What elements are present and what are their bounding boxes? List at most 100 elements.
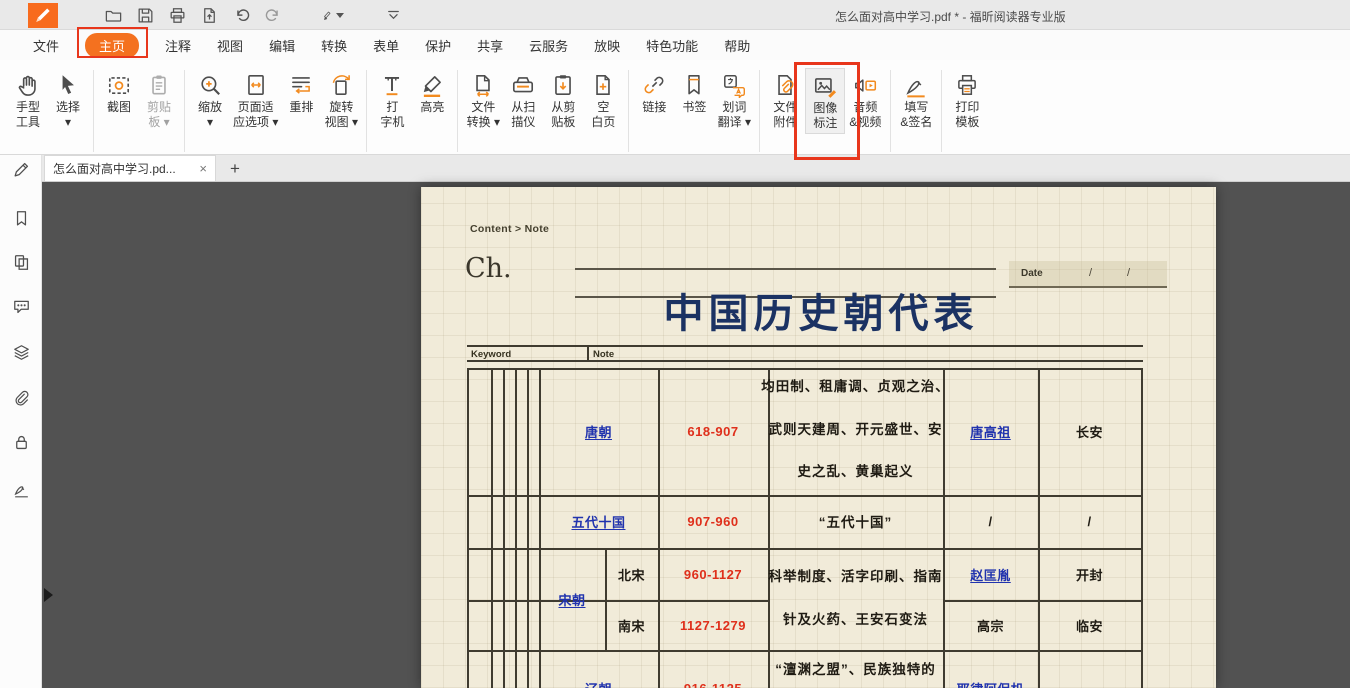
ribbon-button-hand-tool[interactable]: 手型 工具 — [8, 68, 48, 132]
ribbon-label: ▾ — [207, 115, 213, 130]
new-tab-button[interactable]: + — [230, 160, 240, 177]
signature-panel-icon[interactable] — [0, 476, 42, 504]
ribbon-button-snapshot[interactable]: 截图 — [99, 68, 139, 117]
panel-expand-arrow-icon[interactable] — [44, 588, 53, 602]
rotate-view-icon — [328, 70, 354, 100]
ribbon-button-print-template[interactable]: 打印 模板 — [947, 68, 987, 132]
menu-file[interactable]: 文件 — [33, 36, 59, 55]
file-convert-icon — [470, 70, 496, 100]
ribbon-label: 描仪 — [511, 115, 535, 130]
ribbon-label: 贴板 — [551, 115, 575, 130]
snapshot-camera-icon — [106, 70, 132, 100]
ribbon-button-audio-video[interactable]: 音频 &视频 — [845, 68, 885, 132]
table-founder-link[interactable]: 赵匡胤 — [943, 565, 1038, 583]
doc-date-band: Date / / — [1009, 261, 1167, 288]
doc-date-label: Date — [1021, 268, 1043, 279]
table-keyword-link[interactable]: 唐朝 — [539, 422, 658, 440]
menu-form[interactable]: 表单 — [373, 36, 399, 55]
ribbon-label: &视频 — [849, 115, 881, 130]
menu-special-features[interactable]: 特色功能 — [646, 36, 698, 55]
foxit-logo[interactable] — [28, 3, 58, 28]
attachments-panel-icon[interactable] — [0, 384, 42, 412]
foxit-reader-window: 怎么面对高中学习.pdf * - 福昕阅读器专业版 文件 主页 注释 视图 编辑… — [0, 0, 1350, 688]
table-keyword-link[interactable]: 辽朝 — [539, 679, 658, 688]
ribbon-button-link[interactable]: 链接 — [634, 68, 674, 117]
ribbon-button-fill-sign[interactable]: 填写 &签名 — [896, 68, 936, 132]
doc-chapter-label: Ch. — [465, 253, 512, 284]
menu-present[interactable]: 放映 — [594, 36, 620, 55]
document-canvas: Content > Note Ch. 中国历史朝代表 Date / / Keyw… — [42, 182, 1350, 688]
ribbon-button-clipboard[interactable]: 剪贴 板 ▾ — [139, 68, 179, 132]
ribbon-button-file-convert[interactable]: 文件 转换 ▾ — [463, 68, 503, 132]
fill-sign-icon — [903, 70, 929, 100]
ribbon-button-select[interactable]: 选择 ▾ — [48, 68, 88, 132]
ribbon-label: 工具 — [16, 115, 40, 130]
open-folder-icon[interactable] — [102, 4, 124, 26]
ribbon-label: 截图 — [107, 100, 131, 115]
ribbon-button-rotate-view[interactable]: 旋转 视图 ▾ — [321, 68, 361, 132]
brush-tool-icon[interactable] — [322, 4, 344, 26]
table-capital: 开封 — [1038, 565, 1141, 583]
undo-icon[interactable] — [230, 4, 252, 26]
ribbon-button-reflow[interactable]: 重排 — [281, 68, 321, 117]
table-founder: 高宗 — [943, 616, 1038, 634]
quick-access-toolbar — [102, 3, 404, 27]
ribbon-button-highlight[interactable]: 高亮 — [412, 68, 452, 117]
table-founder-link[interactable]: 唐高祖 — [943, 422, 1038, 440]
layers-panel-icon[interactable] — [0, 338, 42, 366]
comments-panel-icon[interactable] — [0, 292, 42, 320]
table-period: 1127-1279 — [658, 616, 768, 634]
save-icon[interactable] — [134, 4, 156, 26]
image-annotation-icon — [812, 71, 838, 101]
export-icon[interactable] — [198, 4, 220, 26]
page-fit-icon — [243, 70, 269, 100]
ribbon-label: 打印 — [955, 100, 979, 115]
ribbon-label: 剪贴 — [147, 100, 171, 115]
menu-cloud[interactable]: 云服务 — [529, 36, 568, 55]
column-header-divider — [587, 347, 589, 360]
doc-breadcrumb: Content > Note — [470, 223, 549, 235]
link-chain-icon — [641, 70, 667, 100]
ribbon-separator — [93, 70, 94, 152]
menu-convert[interactable]: 转换 — [321, 36, 347, 55]
menu-comment[interactable]: 注释 — [165, 36, 191, 55]
ribbon-button-translate[interactable]: 划词 翻译 ▾ — [714, 68, 754, 132]
pages-panel-icon[interactable] — [0, 248, 42, 276]
ribbon-button-bookmark[interactable]: 书签 — [674, 68, 714, 117]
ribbon-label: 文件 — [471, 100, 495, 115]
zoom-magnifier-icon — [197, 70, 223, 100]
collapse-toolbar-icon[interactable] — [382, 4, 404, 26]
ribbon-button-scanner[interactable]: 从扫 描仪 — [503, 68, 543, 132]
menu-share[interactable]: 共享 — [477, 36, 503, 55]
menu-view[interactable]: 视图 — [217, 36, 243, 55]
table-keyword-link[interactable]: 宋朝 — [539, 590, 605, 608]
document-tab[interactable]: 怎么面对高中学习.pd... × — [44, 155, 216, 181]
ribbon-button-paste-clipboard[interactable]: 从剪 贴板 — [543, 68, 583, 132]
ribbon-label: 链接 — [642, 100, 666, 115]
table-founder-link[interactable]: 耶律阿保机 — [943, 679, 1038, 688]
grid-line — [467, 600, 768, 602]
ribbon-button-zoom[interactable]: 缩放 ▾ — [190, 68, 230, 132]
print-icon[interactable] — [166, 4, 188, 26]
pdf-page: Content > Note Ch. 中国历史朝代表 Date / / Keyw… — [421, 187, 1216, 688]
tab-close-icon[interactable]: × — [199, 162, 207, 175]
ribbon-button-page-fit[interactable]: 页面适 应选项 ▾ — [230, 68, 281, 132]
menu-help[interactable]: 帮助 — [724, 36, 750, 55]
redo-icon[interactable] — [262, 4, 284, 26]
table-keyword-link[interactable]: 五代十国 — [539, 512, 658, 530]
ribbon-button-image-annotation[interactable]: 图像 标注 — [805, 68, 845, 134]
menu-protect[interactable]: 保护 — [425, 36, 451, 55]
grid-line — [467, 368, 469, 688]
bookmarks-panel-icon[interactable] — [0, 204, 42, 232]
ribbon-label: ▾ — [65, 115, 71, 130]
ribbon-button-blank-page[interactable]: 空 白页 — [583, 68, 623, 132]
ribbon-button-file-attachment[interactable]: 文件 附件 — [765, 68, 805, 132]
security-panel-icon[interactable] — [0, 428, 42, 456]
menu-home-active[interactable]: 主页 — [85, 33, 139, 58]
ribbon-button-typewriter[interactable]: 打 字机 — [372, 68, 412, 132]
annotate-pencil-icon[interactable] — [0, 155, 42, 183]
ribbon-separator — [628, 70, 629, 152]
menu-edit[interactable]: 编辑 — [269, 36, 295, 55]
table-capital: / — [1038, 512, 1141, 530]
ribbon-label: 划词 — [722, 100, 746, 115]
